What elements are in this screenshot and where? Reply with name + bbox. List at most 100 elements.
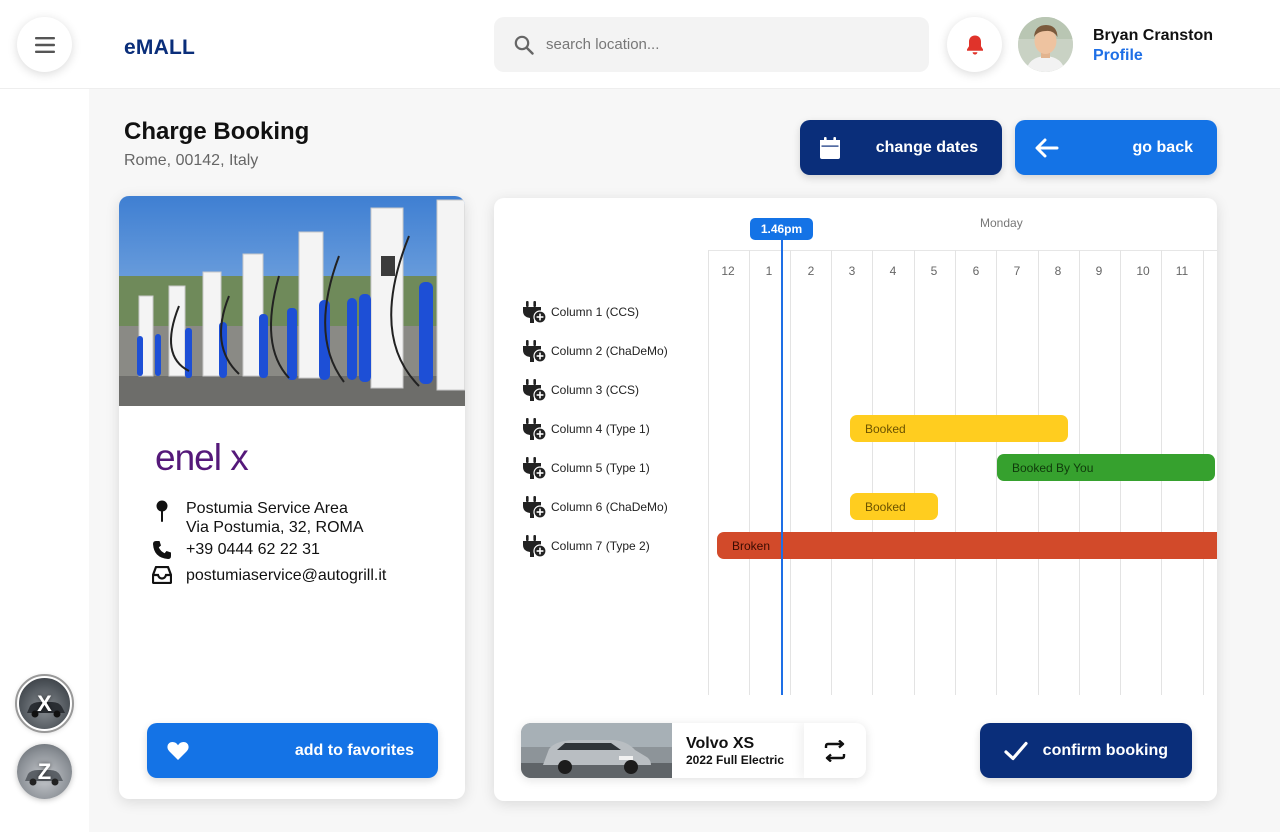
page-subtitle: Rome, 00142, Italy	[124, 152, 259, 169]
add-to-favorites-button[interactable]: add to favorites	[147, 723, 438, 778]
vehicle-name: Volvo XS	[686, 735, 755, 752]
user-avatar[interactable]	[1018, 17, 1073, 72]
email-address[interactable]: postumiaservice@autogrill.it	[186, 566, 386, 585]
heart-icon	[167, 741, 189, 761]
hour-label: 11	[1175, 264, 1189, 278]
plug-icon	[521, 534, 547, 558]
swap-vehicle-button[interactable]	[804, 723, 866, 778]
plug-icon	[521, 300, 547, 324]
hour-label: 12	[721, 264, 735, 278]
checkmark-icon	[1004, 741, 1028, 761]
confirm-booking-button[interactable]: confirm booking	[980, 723, 1192, 778]
charging-column-row[interactable]: Column 4 (Type 1)	[521, 417, 650, 441]
change-dates-button[interactable]: change dates	[800, 120, 1002, 175]
search-icon	[514, 35, 534, 55]
hour-label: 5	[930, 264, 938, 278]
charging-column-name: Column 7 (Type 2)	[551, 539, 650, 553]
address-line-2: Via Postumia, 32, ROMA	[186, 519, 364, 536]
charging-column-name: Column 6 (ChaDeMo)	[551, 500, 668, 514]
hour-label: 7	[1013, 264, 1021, 278]
current-time-line	[781, 240, 783, 695]
profile-link[interactable]: Profile	[1093, 47, 1143, 65]
hour-grid-line	[749, 250, 750, 695]
swap-icon	[824, 739, 846, 762]
map-pin-icon	[151, 499, 173, 523]
phone-row: +39 0444 62 22 31	[151, 540, 320, 560]
hour-label: 1	[765, 264, 773, 278]
go-back-label: go back	[1132, 138, 1193, 156]
notifications-button[interactable]	[947, 17, 1002, 72]
charging-column-name: Column 3 (CCS)	[551, 383, 640, 397]
email-row: postumiaservice@autogrill.it	[151, 566, 386, 585]
charging-column-row[interactable]: Column 3 (CCS)	[521, 378, 639, 402]
vehicle-photo	[521, 723, 672, 778]
charging-column-row[interactable]: Column 5 (Type 1)	[521, 456, 650, 480]
charging-column-name: Column 4 (Type 1)	[551, 422, 650, 436]
go-back-button[interactable]: go back	[1015, 120, 1217, 175]
booking-bar[interactable]: Booked By You	[997, 454, 1215, 481]
calendar-icon	[820, 136, 840, 159]
booking-bar[interactable]: Booked	[850, 415, 1068, 442]
plug-icon	[521, 339, 547, 363]
app-logo[interactable]: eMALL	[124, 36, 195, 60]
phone-icon	[151, 540, 173, 560]
charging-column-row[interactable]: Column 7 (Type 2)	[521, 534, 650, 558]
hour-label: 4	[889, 264, 897, 278]
search-input[interactable]	[546, 36, 896, 53]
charging-column-row[interactable]: Column 1 (CCS)	[521, 300, 639, 324]
day-label: Monday	[980, 216, 1023, 230]
vehicle-detail: 2022 Full Electric	[686, 753, 785, 767]
car-x-label: X	[37, 690, 52, 716]
phone-number[interactable]: +39 0444 62 22 31	[186, 540, 320, 559]
booking-bar[interactable]: Broken	[717, 532, 1217, 559]
plug-icon	[521, 378, 547, 402]
hour-grid-line	[790, 250, 791, 695]
hour-grid-line	[914, 250, 915, 695]
inbox-icon	[151, 566, 173, 584]
car-z-label: Z	[37, 758, 52, 784]
charging-column-name: Column 1 (CCS)	[551, 305, 640, 319]
enel-x-logo: enel x	[155, 441, 250, 478]
booking-bar[interactable]: Booked	[850, 493, 938, 520]
address-row: Postumia Service Area Via Postumia, 32, …	[151, 499, 364, 537]
garage-car-x-button[interactable]: X	[15, 674, 74, 733]
confirm-booking-label: confirm booking	[1042, 741, 1168, 759]
timeline-header-divider	[708, 250, 1217, 251]
hour-label: 10	[1136, 264, 1150, 278]
hour-label: 2	[807, 264, 815, 278]
page-title: Charge Booking	[124, 118, 310, 145]
charging-column-name: Column 2 (ChaDeMo)	[551, 344, 668, 358]
hour-grid-line	[708, 250, 709, 695]
plug-icon	[521, 456, 547, 480]
add-to-favorites-label: add to favorites	[294, 741, 414, 759]
brand-name: enel x	[155, 441, 249, 478]
hour-label: 6	[972, 264, 980, 278]
station-card: enel x Postumia Service Area Via Postumi…	[119, 196, 465, 799]
garage-car-z-button[interactable]: Z	[17, 744, 72, 799]
user-name: Bryan Cranston	[1093, 27, 1214, 44]
plug-icon	[521, 417, 547, 441]
charging-column-name: Column 5 (Type 1)	[551, 461, 650, 475]
schedule-card: Monday 12 1 2 3 4 5 6 7 8 9 10 11 Column 1 (CCS) Col…	[494, 198, 1217, 801]
top-bar: eMALL Bryan Cranston Profile	[0, 0, 1280, 89]
charging-column-row[interactable]: Column 2 (ChaDeMo)	[521, 339, 668, 363]
selected-vehicle[interactable]: Volvo XS 2022 Full Electric	[521, 723, 866, 778]
hour-grid-line	[831, 250, 832, 695]
menu-button[interactable]	[17, 17, 72, 72]
hour-label: 8	[1054, 264, 1062, 278]
change-dates-label: change dates	[875, 138, 978, 156]
station-photo	[119, 196, 465, 406]
current-time-badge: 1.46pm	[750, 218, 813, 240]
left-rail: X Z	[0, 89, 89, 832]
user-photo-icon	[1018, 17, 1073, 72]
hour-label: 3	[848, 264, 856, 278]
hamburger-icon	[34, 36, 55, 53]
address-line-1: Postumia Service Area	[186, 500, 348, 517]
plug-icon	[521, 495, 547, 519]
hour-label: 9	[1095, 264, 1103, 278]
charging-column-row[interactable]: Column 6 (ChaDeMo)	[521, 495, 668, 519]
hour-grid-line	[955, 250, 956, 695]
bell-icon	[966, 35, 983, 55]
hour-grid-line	[872, 250, 873, 695]
search-bar	[494, 17, 929, 72]
